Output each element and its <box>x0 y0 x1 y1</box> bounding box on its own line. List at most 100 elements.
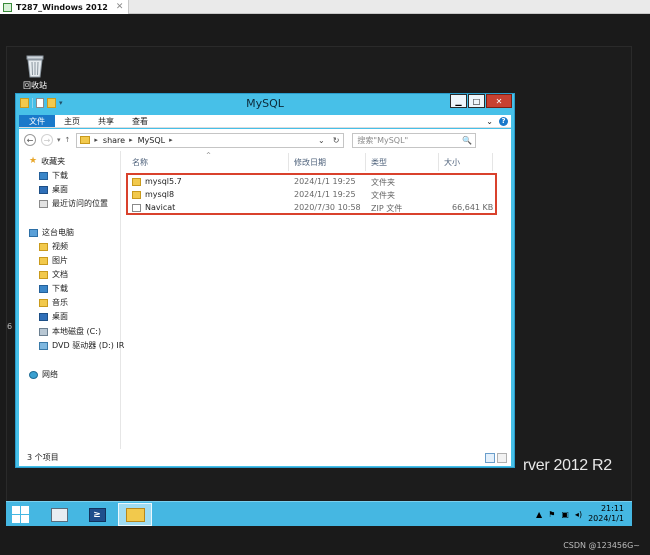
volume-icon[interactable]: ◂) <box>575 510 582 519</box>
nav-label: 桌面 <box>52 312 68 321</box>
nav-label: 收藏夹 <box>41 157 66 166</box>
recent-locations-icon[interactable]: ▾ <box>57 136 61 144</box>
up-button[interactable]: ↑ <box>65 136 71 144</box>
nav-item-local-disk[interactable]: 本地磁盘 (C:) <box>39 325 101 338</box>
column-header-size[interactable]: 大小 <box>444 157 460 168</box>
nav-label: 最近访问的位置 <box>52 199 108 208</box>
star-icon: ★ <box>29 156 38 166</box>
forward-button[interactable]: → <box>41 134 53 146</box>
network-tray-icon[interactable]: ▣ <box>561 510 569 519</box>
nav-item-downloads[interactable]: 下载 <box>39 169 68 182</box>
taskbar-powershell[interactable]: ≥ <box>80 503 114 526</box>
side-mark: 6 <box>7 322 13 331</box>
file-explorer-icon <box>125 507 145 522</box>
host-tab-vm[interactable]: T287_Windows 2012 ✕ <box>0 0 129 14</box>
system-tray: ▲ ⚑ ▣ ◂) 21:11 2024/1/1 <box>536 504 624 524</box>
column-header-name[interactable]: 名称 <box>132 157 148 168</box>
annotation-highlight-box <box>126 173 497 215</box>
host-tab-title: T287_Windows 2012 <box>16 2 108 12</box>
nav-label: 视频 <box>52 242 68 251</box>
pictures-folder-icon <box>39 256 48 265</box>
close-button[interactable]: ✕ <box>486 94 512 108</box>
nav-label: 下载 <box>52 284 68 293</box>
nav-this-pc[interactable]: 这台电脑 <box>29 226 74 239</box>
breadcrumb-mysql[interactable]: MySQL <box>138 136 165 145</box>
ribbon-expand-icon[interactable]: ⌄ <box>486 117 493 126</box>
nav-label: 本地磁盘 (C:) <box>52 327 102 336</box>
nav-label: 下载 <box>52 171 68 180</box>
nav-label: 桌面 <box>52 185 68 194</box>
nav-item-documents[interactable]: 文档 <box>39 268 68 281</box>
recycle-bin-icon <box>26 55 44 78</box>
tab-home[interactable]: 主页 <box>55 115 89 127</box>
breadcrumb[interactable]: ▸ share ▸ MySQL ▸ ⌄ ↻ <box>76 132 345 148</box>
column-header-modified[interactable]: 修改日期 <box>294 157 326 168</box>
nav-item-music[interactable]: 音乐 <box>39 296 68 309</box>
tab-file[interactable]: 文件 <box>19 115 55 127</box>
tab-share[interactable]: 共享 <box>89 115 123 127</box>
download-icon <box>39 284 48 293</box>
watermark: CSDN @123456G~ <box>563 541 640 550</box>
maximize-button[interactable]: □ <box>468 94 485 108</box>
details-view-icon[interactable] <box>485 452 495 463</box>
nav-label: 文档 <box>52 270 68 279</box>
item-count: 3 个项目 <box>27 453 59 462</box>
host-tab-strip: T287_Windows 2012 ✕ <box>0 0 650 14</box>
powershell-icon: ≥ <box>88 507 106 522</box>
start-button[interactable] <box>12 506 29 523</box>
server-manager-icon <box>50 507 68 522</box>
nav-item-desktop[interactable]: 桌面 <box>39 183 68 196</box>
nav-item-dvd[interactable]: DVD 驱动器 (D:) IR <box>39 339 124 352</box>
nav-label: 网络 <box>42 370 58 379</box>
minimize-button[interactable]: ▁ <box>450 94 467 108</box>
search-input[interactable]: 搜索"MySQL" 🔍 <box>352 132 477 148</box>
folder-icon <box>80 136 91 144</box>
nav-item-pictures[interactable]: 图片 <box>39 254 68 267</box>
taskbar: ≥ ▲ ⚑ ▣ ◂) 21:11 2024/1/1 <box>6 501 632 526</box>
nav-item-videos[interactable]: 视频 <box>39 240 68 253</box>
computer-icon <box>29 228 38 237</box>
breadcrumb-share[interactable]: share <box>103 136 125 145</box>
close-tab-icon[interactable]: ✕ <box>116 2 124 12</box>
search-placeholder: 搜索"MySQL" <box>357 135 409 145</box>
nav-label: DVD 驱动器 (D:) IR <box>52 341 125 350</box>
window-controls: ▁ □ ✕ <box>449 94 512 108</box>
status-bar: 3 个项目 <box>19 449 511 466</box>
taskbar-file-explorer[interactable] <box>118 503 152 526</box>
help-icon[interactable]: ? <box>499 116 508 126</box>
clock-date: 2024/1/1 <box>588 514 624 523</box>
large-icons-view-icon[interactable] <box>497 452 507 463</box>
chevron-right-icon[interactable]: ▸ <box>94 136 98 144</box>
hard-drive-icon <box>39 327 48 336</box>
column-header-type[interactable]: 类型 <box>371 157 387 168</box>
windows-logo-icon <box>21 506 29 514</box>
nav-item-recent[interactable]: 最近访问的位置 <box>39 197 108 210</box>
title-bar[interactable]: ▾ MySQL ▁ □ ✕ <box>16 94 514 114</box>
explorer-body: ★ 收藏夹 下载 桌面 最近访问的位置 这台电脑 视频 图片 文档 下载 音乐 … <box>19 151 511 459</box>
back-button[interactable]: ← <box>24 134 36 146</box>
network-icon <box>29 370 38 379</box>
desktop-icon <box>39 185 48 194</box>
taskbar-server-manager[interactable] <box>42 503 76 526</box>
tab-view[interactable]: 查看 <box>123 115 157 127</box>
view-toggle <box>485 452 511 463</box>
ribbon-tabs: 文件 主页 共享 查看 ⌄ ? <box>19 115 511 128</box>
flag-icon[interactable]: ⚑ <box>548 510 555 519</box>
windows-logo-icon <box>12 506 20 514</box>
chevron-right-icon[interactable]: ▸ <box>129 136 133 144</box>
show-hidden-icons-icon[interactable]: ▲ <box>536 510 542 519</box>
search-icon[interactable]: 🔍 <box>462 136 472 145</box>
chevron-right-icon[interactable]: ▸ <box>169 136 173 144</box>
nav-favorites[interactable]: ★ 收藏夹 <box>29 155 65 168</box>
nav-item-desktop-pc[interactable]: 桌面 <box>39 310 68 323</box>
explorer-window: ▾ MySQL ▁ □ ✕ 文件 主页 共享 查看 ⌄ ? ← → ▾ ↑ ▸ … <box>15 93 515 468</box>
nav-item-downloads-pc[interactable]: 下载 <box>39 282 68 295</box>
clock[interactable]: 21:11 2024/1/1 <box>588 504 624 524</box>
window-title: MySQL <box>246 97 284 110</box>
recycle-bin-label: 回收站 <box>23 81 47 90</box>
nav-network[interactable]: 网络 <box>29 368 58 381</box>
address-dropdown-icon[interactable]: ⌄ <box>318 136 325 145</box>
address-bar-row: ← → ▾ ↑ ▸ share ▸ MySQL ▸ ⌄ ↻ 搜索"MySQL" … <box>19 129 511 151</box>
recycle-bin[interactable]: 回收站 <box>18 52 52 91</box>
refresh-icon[interactable]: ↻ <box>333 136 340 145</box>
